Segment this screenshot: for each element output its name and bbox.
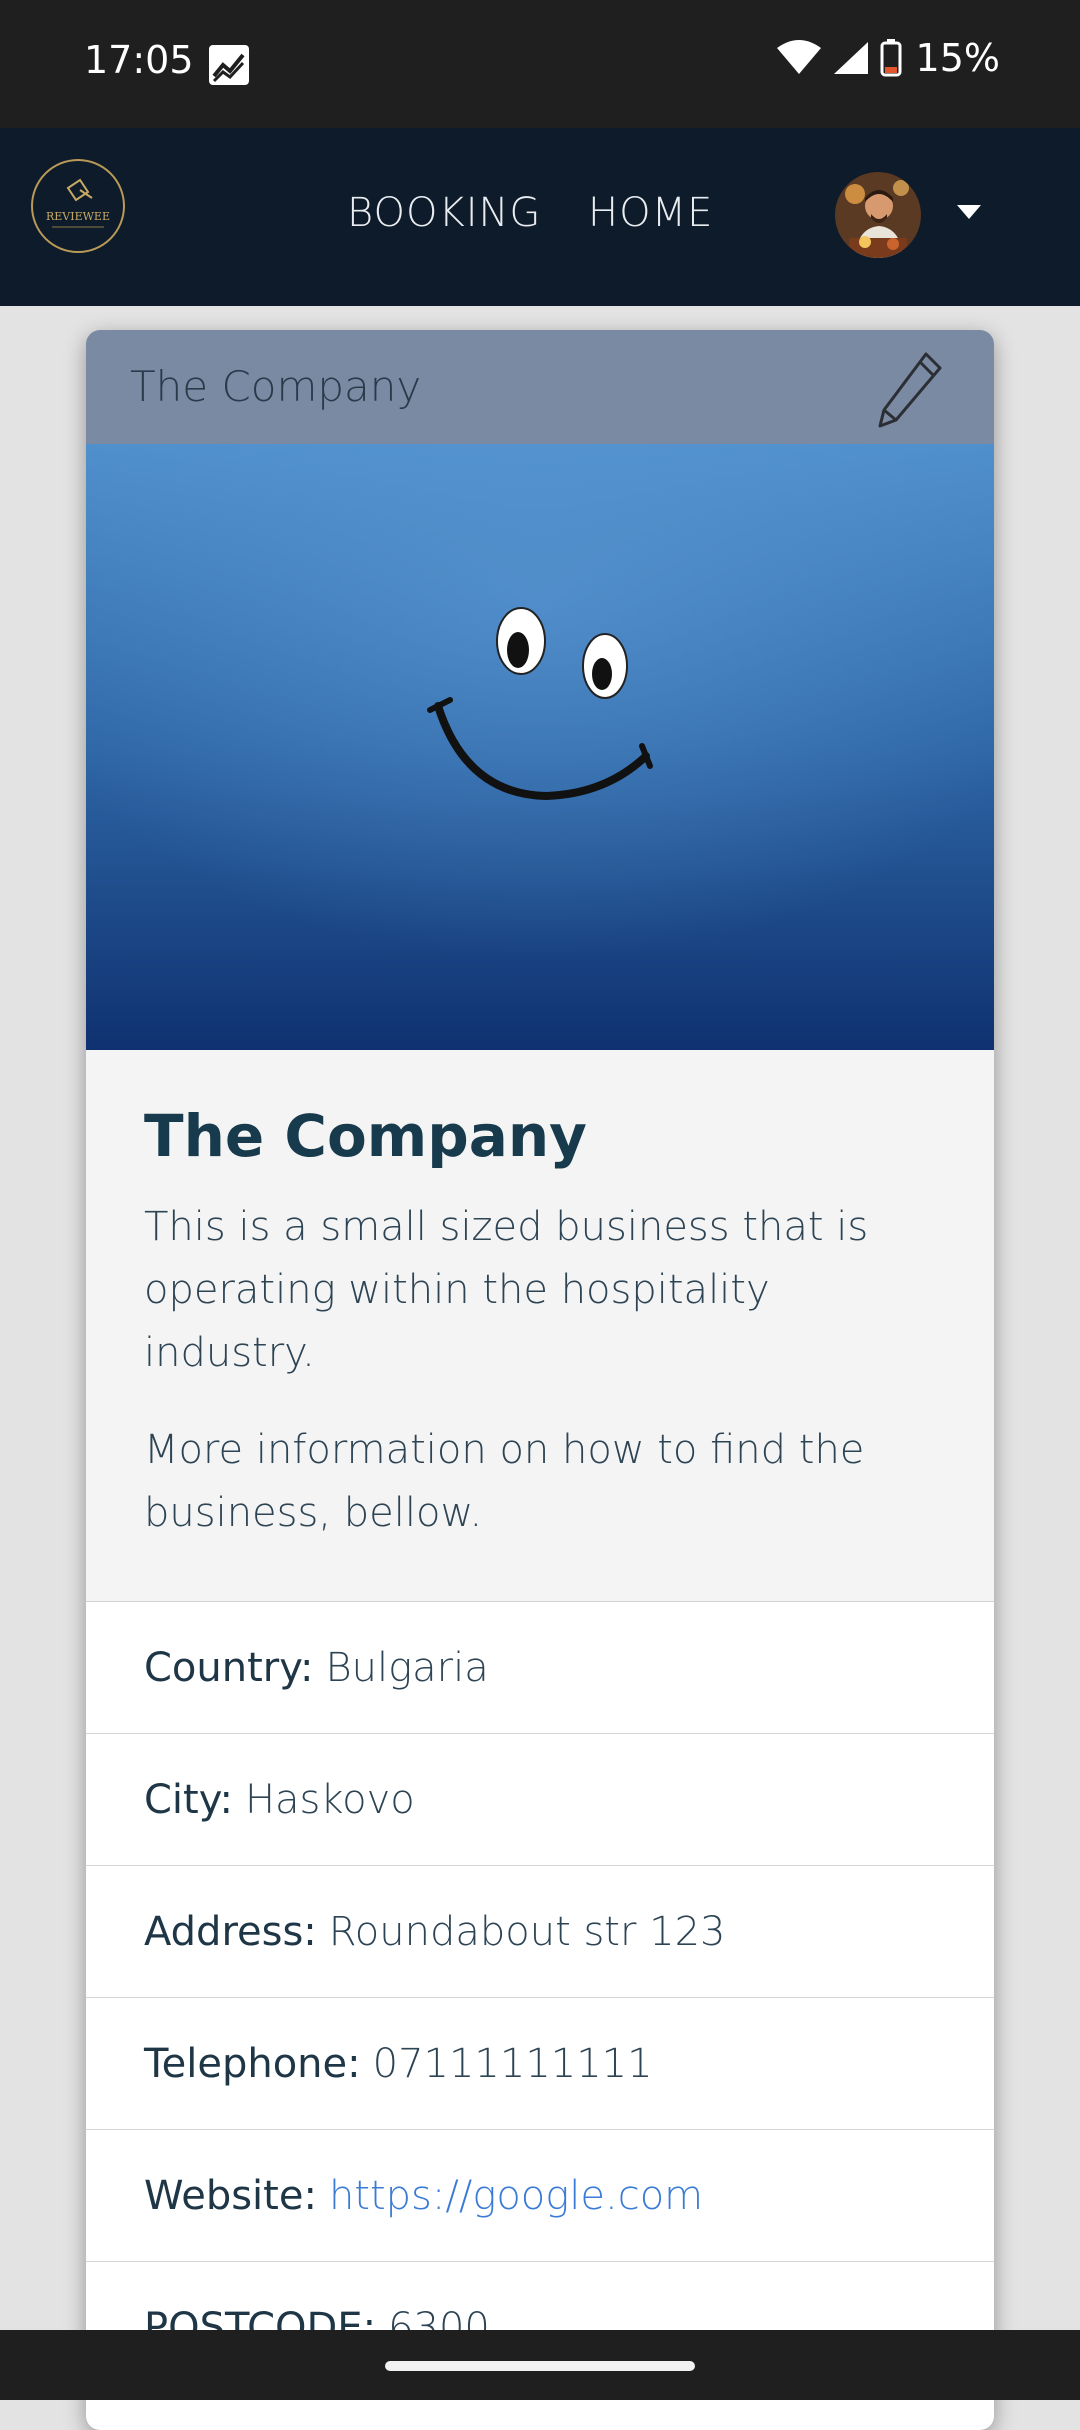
company-card: The Company The Company This is a small … bbox=[86, 330, 994, 2430]
wifi-icon bbox=[776, 40, 821, 74]
detail-label: Country: bbox=[144, 1644, 314, 1691]
pencil-edit-icon[interactable] bbox=[874, 350, 944, 430]
detail-value: Bulgaria bbox=[325, 1644, 489, 1691]
detail-label: Address: bbox=[144, 1908, 317, 1955]
avatar-image bbox=[835, 172, 921, 258]
detail-value: 07111111111 bbox=[372, 2040, 653, 2087]
card-header: The Company bbox=[86, 330, 994, 444]
chart-notification-icon bbox=[209, 45, 249, 85]
detail-label: City: bbox=[144, 1776, 233, 1823]
card-body: The Company This is a small sized busine… bbox=[86, 1050, 994, 1602]
smiley-face-image bbox=[86, 444, 994, 1050]
detail-row-telephone: Telephone: 07111111111 bbox=[86, 1998, 994, 2130]
company-info-note: More information on how to find the busi… bbox=[144, 1427, 865, 1536]
company-description: This is a small sized business that is o… bbox=[144, 1204, 869, 1376]
nav-link-booking[interactable]: BOOKING bbox=[347, 190, 541, 236]
status-bar: 17:05 15% bbox=[0, 0, 1080, 128]
chevron-down-icon[interactable] bbox=[956, 204, 982, 220]
reviewee-logo[interactable]: REVIEWEE bbox=[30, 158, 126, 254]
status-icons: 15% bbox=[776, 36, 1000, 80]
status-time: 17:05 bbox=[84, 38, 194, 82]
company-title: The Company bbox=[144, 1102, 587, 1170]
detail-row-city: City: Haskovo bbox=[86, 1734, 994, 1866]
home-gesture-handle[interactable] bbox=[385, 2361, 695, 2371]
battery-percent: 15% bbox=[915, 36, 1000, 80]
detail-row-website: Website: https://google.com bbox=[86, 2130, 994, 2262]
signal-icon bbox=[833, 42, 868, 74]
user-avatar[interactable] bbox=[835, 172, 921, 258]
detail-row-address: Address: Roundabout str 123 bbox=[86, 1866, 994, 1998]
card-header-title: The Company bbox=[130, 362, 422, 411]
website-link[interactable]: https://google.com bbox=[329, 2173, 703, 2219]
detail-label: Website: bbox=[144, 2172, 317, 2219]
detail-value: Roundabout str 123 bbox=[328, 1908, 726, 1955]
detail-label: Telephone: bbox=[144, 2040, 361, 2087]
system-navigation-bar bbox=[0, 2330, 1080, 2400]
detail-row-country: Country: Bulgaria bbox=[86, 1602, 994, 1734]
logo-text: REVIEWEE bbox=[46, 210, 110, 223]
battery-icon bbox=[880, 39, 902, 77]
nav-link-home[interactable]: HOME bbox=[588, 190, 713, 236]
detail-value: Haskovo bbox=[244, 1776, 415, 1823]
company-image bbox=[86, 444, 994, 1050]
